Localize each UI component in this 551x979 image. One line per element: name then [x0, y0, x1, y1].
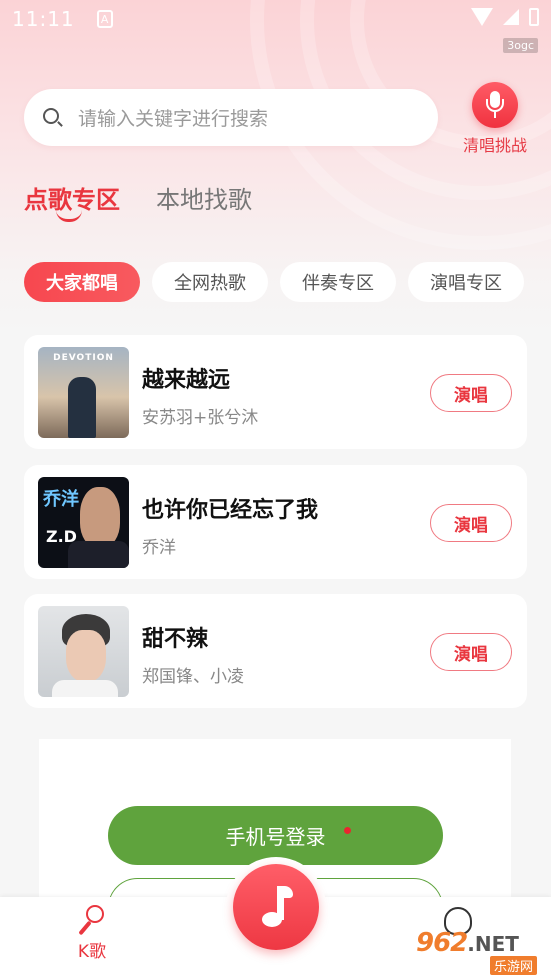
chip-accompaniment[interactable]: 伴奏专区 — [280, 262, 396, 302]
sing-button[interactable]: 演唱 — [430, 504, 512, 542]
album-cover: 乔洋 Z.D — [38, 477, 129, 568]
status-icons — [471, 8, 539, 26]
watermark-sub: 乐游网 — [490, 956, 538, 975]
chip-everyone-sings[interactable]: 大家都唱 — [24, 262, 140, 302]
search-icon — [42, 107, 64, 129]
list-item[interactable]: DEVOTION 越来越远 安苏羽+张兮沐 演唱 — [24, 335, 527, 449]
cover-text: 乔洋 — [43, 489, 79, 510]
notification-icon: A — [96, 10, 113, 28]
song-title: 甜不辣 — [142, 627, 209, 652]
watermark-logo: 962.NET 乐游网 — [416, 928, 544, 975]
challenge-label: 清唱挑战 — [462, 136, 527, 155]
tab-local-search[interactable]: 本地找歌 — [156, 180, 252, 215]
tab-song-request[interactable]: 点歌专区 — [24, 180, 120, 222]
song-title: 也许你已经忘了我 — [142, 498, 319, 523]
chip-performance[interactable]: 演唱专区 — [408, 262, 524, 302]
status-bar: 11:11 A — [0, 0, 551, 38]
cover-text: DEVOTION — [53, 353, 114, 363]
sing-button[interactable]: 演唱 — [430, 633, 512, 671]
chip-hot-songs[interactable]: 全网热歌 — [152, 262, 268, 302]
nav-karaoke-label: K歌 — [77, 942, 107, 962]
microphone-icon — [78, 905, 106, 936]
tab-bar: 点歌专区 本地找歌 — [24, 180, 252, 222]
album-cover — [38, 606, 129, 697]
song-title: 越来越远 — [142, 368, 231, 393]
sing-button[interactable]: 演唱 — [430, 374, 512, 412]
search-placeholder: 请输入关键字进行搜索 — [78, 108, 269, 130]
wifi-icon — [471, 8, 493, 26]
phone-login-label: 手机号登录 — [225, 825, 326, 849]
search-input[interactable]: 请输入关键字进行搜索 — [24, 89, 438, 146]
signal-icon — [503, 9, 519, 25]
nav-karaoke[interactable]: K歌 — [66, 905, 118, 962]
watermark-suffix: .NET — [467, 932, 519, 956]
microphone-icon[interactable] — [472, 82, 518, 128]
battery-icon — [529, 8, 539, 26]
music-center-button[interactable] — [233, 864, 319, 950]
song-artist: 安苏羽+张兮沐 — [142, 408, 259, 428]
category-chips: 大家都唱 全网热歌 伴奏专区 演唱专区 — [24, 262, 524, 302]
tab-label: 本地找歌 — [156, 186, 252, 214]
notification-dot — [344, 827, 351, 834]
challenge-button[interactable]: 清唱挑战 — [460, 82, 530, 156]
list-item[interactable]: 乔洋 Z.D 也许你已经忘了我 乔洋 演唱 — [24, 465, 527, 579]
status-time: 11:11 — [12, 7, 75, 31]
watermark-number: 962 — [416, 928, 468, 958]
song-artist: 乔洋 — [142, 538, 176, 558]
network-badge: 3ogc — [503, 38, 538, 53]
song-artist: 郑国锋、小凌 — [142, 667, 244, 687]
album-cover: DEVOTION — [38, 347, 129, 438]
list-item[interactable]: 甜不辣 郑国锋、小凌 演唱 — [24, 594, 527, 708]
